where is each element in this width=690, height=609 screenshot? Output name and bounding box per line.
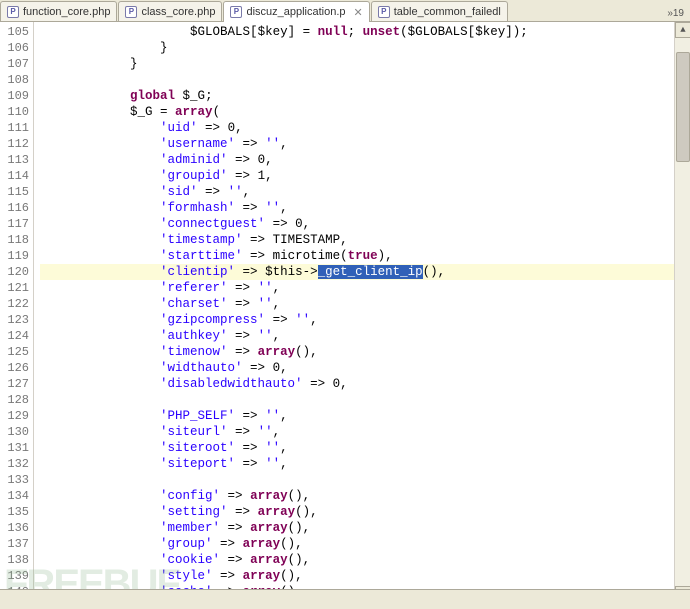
code-editor: 1051061071081091101111121131141151161171… [0,22,690,602]
line-number: 117 [2,216,29,232]
code-line[interactable]: 'formhash' => '', [40,200,690,216]
code-line[interactable]: 'charset' => '', [40,296,690,312]
line-number: 138 [2,552,29,568]
tab-label: discuz_application.p [246,6,345,18]
code-line[interactable]: $GLOBALS[$key] = null; unset($GLOBALS[$k… [40,24,690,40]
line-number: 116 [2,200,29,216]
code-line[interactable]: 'clientip' => $this->_get_client_ip(), [40,264,690,280]
line-number: 112 [2,136,29,152]
line-number: 129 [2,408,29,424]
line-number: 105 [2,24,29,40]
close-icon[interactable]: ✕ [354,6,363,19]
line-number: 109 [2,88,29,104]
line-number: 120 [2,264,29,280]
code-line[interactable]: 'member' => array(), [40,520,690,536]
line-number: 123 [2,312,29,328]
tab-class-core[interactable]: P class_core.php [118,1,222,21]
line-number: 134 [2,488,29,504]
code-line[interactable]: 'uid' => 0, [40,120,690,136]
code-line[interactable]: 'gzipcompress' => '', [40,312,690,328]
tab-discuz-application[interactable]: P discuz_application.p ✕ [223,1,369,22]
code-line[interactable]: 'widthauto' => 0, [40,360,690,376]
line-number: 132 [2,456,29,472]
line-number: 108 [2,72,29,88]
code-line[interactable]: } [40,56,690,72]
code-line[interactable] [40,72,690,88]
php-file-icon: P [378,6,390,18]
tab-overflow-indicator[interactable]: »19 [661,6,690,21]
code-line[interactable]: 'PHP_SELF' => '', [40,408,690,424]
line-number: 136 [2,520,29,536]
tab-bar: P function_core.php P class_core.php P d… [0,0,690,22]
line-number: 122 [2,296,29,312]
line-number: 110 [2,104,29,120]
line-number: 126 [2,360,29,376]
code-line[interactable]: $_G = array( [40,104,690,120]
code-line[interactable]: 'timenow' => array(), [40,344,690,360]
line-number: 118 [2,232,29,248]
code-line[interactable]: 'disabledwidthauto' => 0, [40,376,690,392]
line-number-gutter: 1051061071081091101111121131141151161171… [0,22,34,602]
code-line[interactable]: 'siteroot' => '', [40,440,690,456]
line-number: 113 [2,152,29,168]
line-number: 133 [2,472,29,488]
tab-table-common-failedl[interactable]: P table_common_failedl [371,1,508,21]
line-number: 114 [2,168,29,184]
line-number: 125 [2,344,29,360]
line-number: 115 [2,184,29,200]
php-file-icon: P [230,6,242,18]
line-number: 119 [2,248,29,264]
code-line[interactable]: 'siteport' => '', [40,456,690,472]
line-number: 135 [2,504,29,520]
status-bar [0,589,690,609]
line-number: 127 [2,376,29,392]
line-number: 131 [2,440,29,456]
code-line[interactable]: 'sid' => '', [40,184,690,200]
tab-label: table_common_failedl [394,6,501,18]
line-number: 111 [2,120,29,136]
code-line[interactable]: 'connectguest' => 0, [40,216,690,232]
code-area[interactable]: $GLOBALS[$key] = null; unset($GLOBALS[$k… [34,22,690,602]
line-number: 107 [2,56,29,72]
tab-label: function_core.php [23,6,110,18]
scroll-up-icon[interactable]: ▲ [675,22,690,38]
code-line[interactable]: 'siteurl' => '', [40,424,690,440]
code-line[interactable] [40,392,690,408]
code-line[interactable]: 'group' => array(), [40,536,690,552]
scrollbar-thumb[interactable] [676,52,690,162]
line-number: 137 [2,536,29,552]
tab-function-core[interactable]: P function_core.php [0,1,117,21]
code-line[interactable]: global $_G; [40,88,690,104]
line-number: 139 [2,568,29,584]
line-number: 130 [2,424,29,440]
code-line[interactable]: 'cookie' => array(), [40,552,690,568]
code-line[interactable] [40,472,690,488]
code-line[interactable]: } [40,40,690,56]
php-file-icon: P [125,6,137,18]
code-line[interactable]: 'timestamp' => TIMESTAMP, [40,232,690,248]
line-number: 121 [2,280,29,296]
selected-text[interactable]: _get_client_ip [318,265,423,279]
vertical-scrollbar[interactable]: ▲ ▼ [674,22,690,602]
code-line[interactable]: 'username' => '', [40,136,690,152]
code-line[interactable]: 'style' => array(), [40,568,690,584]
code-line[interactable]: 'config' => array(), [40,488,690,504]
tab-label: class_core.php [141,6,215,18]
code-line[interactable]: 'setting' => array(), [40,504,690,520]
code-line[interactable]: 'starttime' => microtime(true), [40,248,690,264]
line-number: 106 [2,40,29,56]
code-line[interactable]: 'referer' => '', [40,280,690,296]
line-number: 128 [2,392,29,408]
code-line[interactable]: 'groupid' => 1, [40,168,690,184]
line-number: 124 [2,328,29,344]
code-line[interactable]: 'authkey' => '', [40,328,690,344]
code-line[interactable]: 'adminid' => 0, [40,152,690,168]
php-file-icon: P [7,6,19,18]
